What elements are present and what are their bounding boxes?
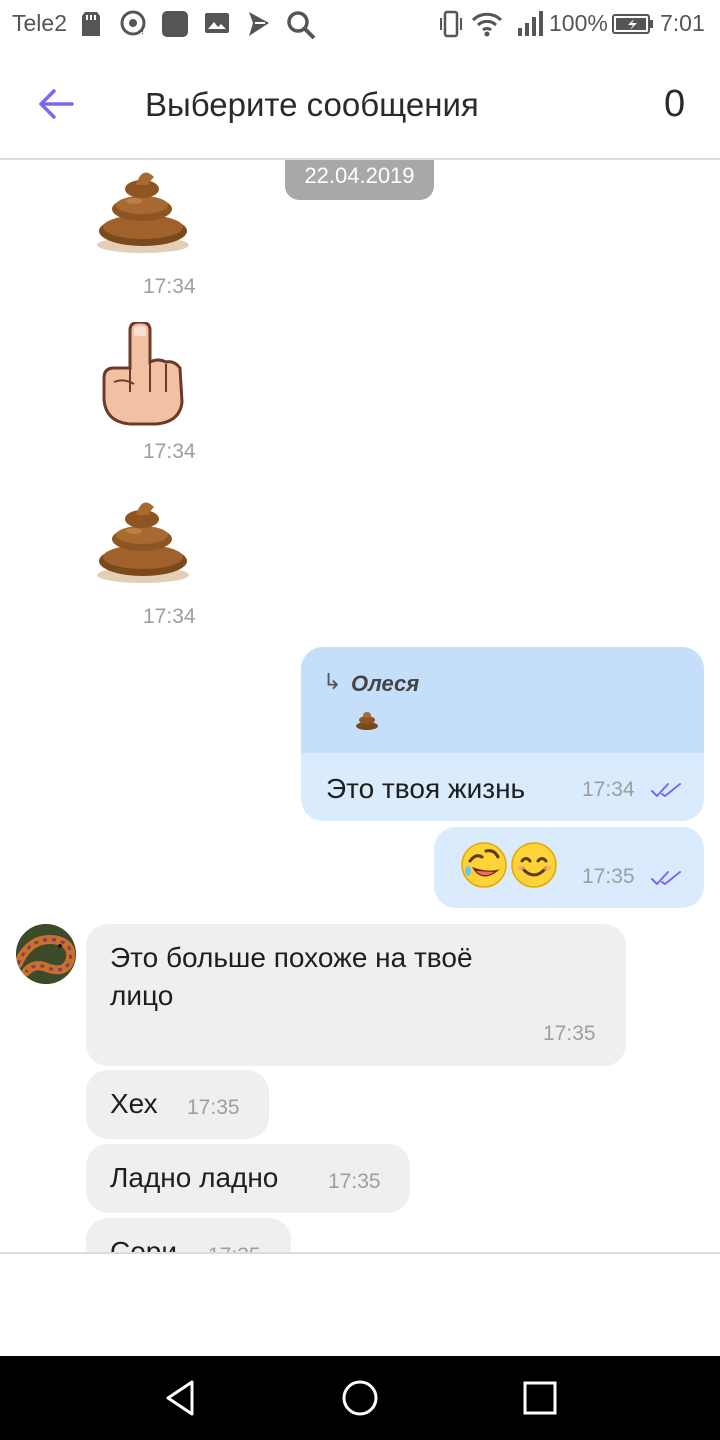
arrow-left-icon [39,89,74,119]
wifi-icon [471,12,503,37]
incoming-message[interactable]: Хех 17:35 [86,1070,269,1139]
battery-icon [612,14,653,34]
snake-avatar-icon [16,924,76,984]
message-list[interactable]: 22.04.2019 17:34 17:34 17:34 ↳ Олеся Это… [0,160,720,1252]
image-icon [205,13,229,33]
message-time: 17:35 [208,1244,261,1252]
middle-finger-sticker[interactable] [100,322,186,426]
svg-text:!: ! [141,25,144,37]
message-time: 17:34 [143,440,196,463]
incoming-message[interactable]: Сори 17:35 [86,1218,291,1252]
incoming-message[interactable]: Это больше похоже на твоё лицо 17:35 [86,924,626,1066]
screen: Tele2 ! 100% 7:01 Выберите сообщения 0 2… [0,0,720,1440]
date-label: 22.04.2019 [304,163,415,188]
page-title: Выберите сообщения [145,86,479,123]
read-check-icon [651,871,681,885]
status-bar: Tele2 ! 100% 7:01 [0,0,720,50]
message-time: 17:35 [582,865,635,888]
message-time: 17:35 [187,1096,240,1119]
poop-icon [356,712,378,730]
message-text: Сори [110,1236,178,1252]
vibrate-icon [440,10,462,38]
read-check-icon [651,783,681,797]
message-text-line: лицо [110,980,174,1011]
message-text-line: Это больше похоже на твоё [110,942,473,973]
nav-home-button[interactable] [336,1374,384,1422]
carrier-label: Tele2 [12,10,67,36]
poop-sticker[interactable] [92,165,194,255]
nav-back-button[interactable] [156,1374,204,1422]
system-nav-bar [0,1356,720,1440]
smiling-emoji-icon [511,842,557,888]
signal-icon [518,11,543,36]
square-recents-icon [523,1381,557,1415]
incoming-message[interactable]: Ладно ладно 17:35 [86,1144,410,1213]
triangle-back-icon [166,1380,194,1416]
rofl-emoji-icon [461,842,507,888]
message-time: 17:34 [582,778,635,801]
bottom-panel [0,1252,720,1356]
search-icon [287,11,316,40]
clock: 7:01 [660,10,705,36]
circle-home-icon [342,1380,378,1416]
reply-author: Олеся [351,671,420,696]
date-separator: 22.04.2019 [285,160,434,200]
message-time: 17:35 [543,1022,596,1045]
poop-sticker[interactable] [92,495,194,585]
send-icon [249,12,269,36]
battery-percent: 100% [549,10,608,36]
nav-recents-button[interactable] [516,1374,564,1422]
reply-arrow-icon: ↳ [323,669,342,694]
message-time: 17:34 [143,605,196,628]
back-button[interactable] [30,78,82,130]
message-time: 17:34 [143,275,196,298]
app-icon [162,11,188,37]
outgoing-message-reply[interactable]: ↳ Олеся Это твоя жизнь 17:34 [301,647,704,821]
message-text: Это твоя жизнь [326,773,526,804]
avatar[interactable] [16,924,76,984]
selected-count: 0 [664,83,686,125]
selection-header: Выберите сообщения 0 [0,50,720,160]
message-text: Хех [110,1088,158,1119]
sd-card-icon [82,12,100,36]
outgoing-message-emoji[interactable]: 17:35 [434,827,704,908]
reply-quote[interactable]: ↳ Олеся [301,647,704,753]
hotspot-icon: ! [120,10,146,37]
message-time: 17:35 [328,1170,381,1193]
message-text: Ладно ладно [110,1162,279,1193]
